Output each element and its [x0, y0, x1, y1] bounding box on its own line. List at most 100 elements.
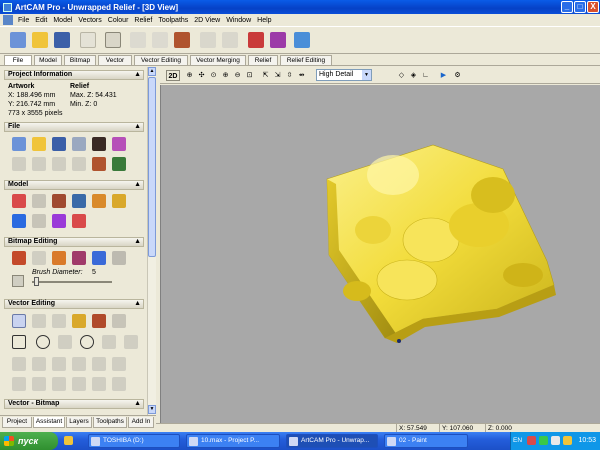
paste-icon[interactable] [174, 32, 190, 48]
bezier-tool-icon[interactable] [32, 357, 46, 371]
detail-level-select[interactable]: High Detail ▼ [316, 69, 372, 81]
iso-view-icon[interactable]: ⇱ [260, 70, 271, 81]
start-button[interactable]: пуск [0, 432, 58, 450]
mirror-vector-icon[interactable] [92, 377, 106, 391]
menu-file[interactable]: File [15, 17, 32, 24]
undo-icon[interactable] [12, 157, 26, 171]
menu-toolpaths[interactable]: Toolpaths [155, 17, 191, 24]
polyline-tool-icon[interactable] [12, 357, 26, 371]
menu-model[interactable]: Model [50, 17, 75, 24]
save-model-icon[interactable] [52, 137, 66, 151]
align-icon[interactable] [112, 314, 126, 328]
tab-bitmap[interactable]: Bitmap [64, 55, 96, 65]
rectangle-tool-icon[interactable] [12, 335, 26, 349]
scroll-up-arrow[interactable]: ▲ [148, 67, 156, 76]
paste-icon[interactable] [92, 157, 106, 171]
join-tool-icon[interactable] [52, 377, 66, 391]
wizard-icon[interactable] [294, 32, 310, 48]
3d-viewport[interactable] [160, 85, 600, 423]
collapse-icon[interactable]: ▲ [134, 400, 141, 408]
ellipse-tool-icon[interactable] [58, 335, 72, 349]
front-view-icon[interactable]: ⇲ [272, 70, 283, 81]
vector-editing-header[interactable]: Vector Editing ▲ [4, 299, 144, 309]
transform-icon[interactable] [52, 314, 66, 328]
menu-help[interactable]: Help [254, 17, 274, 24]
wireframe-icon[interactable]: ◇ [396, 70, 407, 81]
rotate-view-icon[interactable]: ⊕ [184, 70, 195, 81]
offset-tool-icon[interactable] [12, 377, 26, 391]
color-picker-icon[interactable] [72, 251, 86, 265]
shaded-icon[interactable]: ◈ [408, 70, 419, 81]
minimize-button[interactable]: _ [561, 1, 573, 13]
face-wizard-icon[interactable] [92, 137, 106, 151]
zoom-in-icon[interactable]: ⊕ [220, 70, 231, 81]
text-tool-icon[interactable] [92, 314, 106, 328]
undo-icon[interactable] [200, 32, 216, 48]
rotate-icon[interactable] [112, 194, 126, 208]
collapse-icon[interactable]: ▲ [134, 238, 141, 246]
arc-tool-icon[interactable] [52, 357, 66, 371]
collapse-icon[interactable]: ▲ [134, 181, 141, 189]
tray-app-icon[interactable] [527, 436, 536, 445]
quicklaunch-icon[interactable] [64, 436, 73, 445]
zoom-view-icon[interactable]: ⊙ [208, 70, 219, 81]
tab-add-in[interactable]: Add In [128, 417, 154, 428]
grid-icon[interactable] [80, 32, 96, 48]
tab-vector-merging[interactable]: Vector Merging [190, 55, 246, 65]
tab-file[interactable]: File [4, 55, 32, 65]
menu-relief[interactable]: Relief [131, 17, 155, 24]
brush-slider-track[interactable] [32, 281, 112, 283]
rectangle-icon[interactable] [105, 32, 121, 48]
menu-window[interactable]: Window [223, 17, 254, 24]
cut-icon[interactable] [52, 157, 66, 171]
tab-relief-editing[interactable]: Relief Editing [280, 55, 332, 65]
side-view-icon[interactable]: ⇴ [296, 70, 307, 81]
open-model-icon[interactable] [32, 137, 46, 151]
redo-icon[interactable] [32, 157, 46, 171]
pan-view-icon[interactable]: ✣ [196, 70, 207, 81]
export-icon[interactable] [112, 137, 126, 151]
draw-icon[interactable] [92, 251, 106, 265]
model-size-icon[interactable] [12, 194, 26, 208]
trim-tool-icon[interactable] [32, 377, 46, 391]
collapse-icon[interactable]: ▲ [134, 123, 141, 131]
tray-network-icon[interactable] [539, 436, 548, 445]
task-toshiba[interactable]: TOSHIBA (D:) [88, 434, 180, 448]
project-info-header[interactable]: Project Information ▲ [4, 70, 144, 80]
clock[interactable]: 10:53 [578, 432, 596, 450]
curve-tool-icon[interactable] [92, 357, 106, 371]
copy-icon[interactable] [72, 157, 86, 171]
grid-settings-icon[interactable] [112, 157, 126, 171]
tab-project[interactable]: Project [2, 417, 32, 428]
task-artcam[interactable]: ArtCAM Pro - Unwrap... [286, 434, 378, 448]
mirror-icon[interactable] [52, 214, 66, 228]
texture-icon[interactable] [72, 194, 86, 208]
model-section-header[interactable]: Model ▲ [4, 180, 144, 190]
pixel-icon[interactable] [32, 214, 46, 228]
fit-view-icon[interactable]: ⊡ [244, 70, 255, 81]
tab-vector-editing[interactable]: Vector Editing [134, 55, 188, 65]
insert-icon[interactable] [72, 214, 86, 228]
copy-icon[interactable] [152, 32, 168, 48]
freehand-tool-icon[interactable] [112, 357, 126, 371]
cut-icon[interactable] [130, 32, 146, 48]
tab-model[interactable]: Model [34, 55, 62, 65]
axes-icon[interactable]: ∟ [420, 70, 431, 81]
brush-tool-icon[interactable] [12, 275, 24, 287]
eraser-icon[interactable] [52, 251, 66, 265]
oval-tool-icon[interactable] [80, 335, 94, 349]
vector-bitmap-header[interactable]: Vector - Bitmap ▲ [4, 399, 144, 409]
model-origin-icon[interactable] [32, 194, 46, 208]
artcam-app-icon[interactable] [3, 2, 12, 12]
document-icon[interactable] [3, 15, 13, 25]
swatch-icon[interactable] [112, 251, 126, 265]
close-button[interactable]: X [587, 1, 599, 13]
redo-icon[interactable] [222, 32, 238, 48]
new-model-icon[interactable] [12, 137, 26, 151]
fillet-tool-icon[interactable] [72, 377, 86, 391]
task-project[interactable]: 10.max - Project P... [186, 434, 280, 448]
panel-scrollbar[interactable]: ▲ ▼ [147, 67, 156, 415]
menu-vectors[interactable]: Vectors [75, 17, 104, 24]
distort-tool-icon[interactable] [112, 377, 126, 391]
save-disk-icon[interactable] [54, 32, 70, 48]
